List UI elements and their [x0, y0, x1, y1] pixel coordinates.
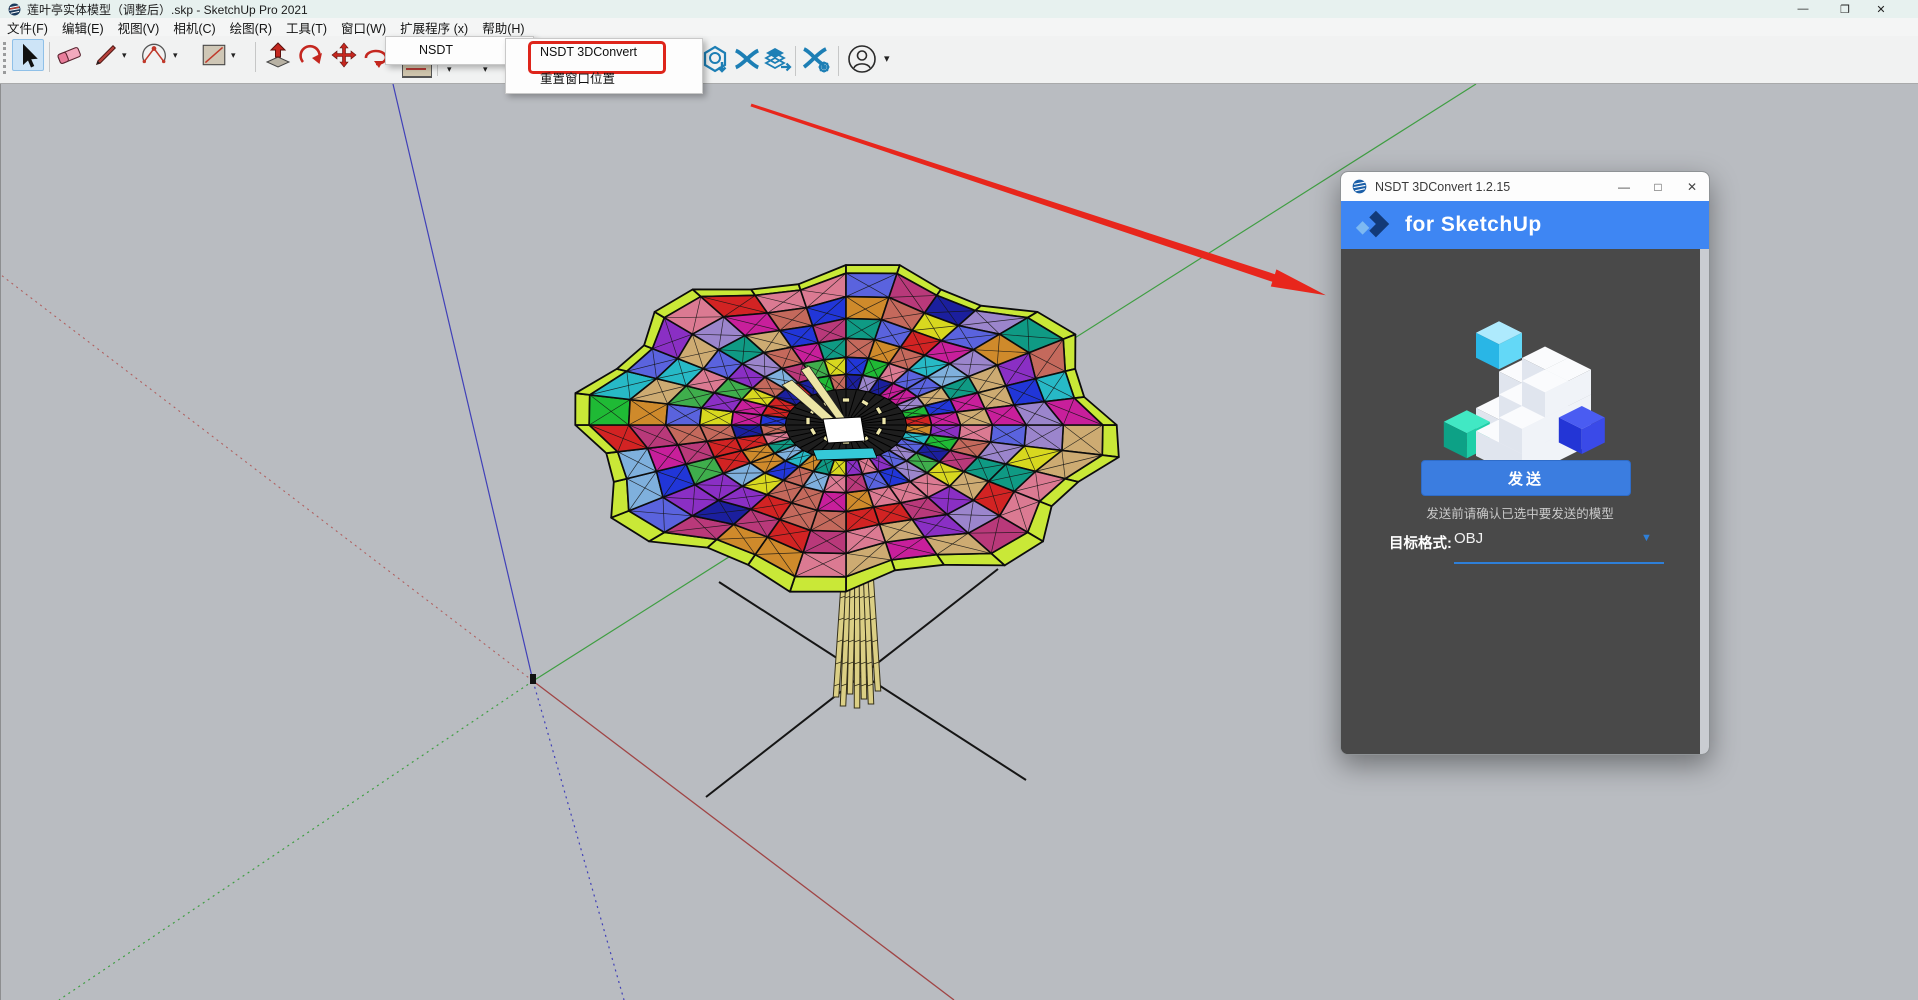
- menu-item-camera[interactable]: 相机(C): [166, 18, 222, 37]
- pushpull-tool-icon[interactable]: [264, 41, 292, 69]
- chevron-down-icon[interactable]: ▾: [884, 52, 890, 65]
- followme-tool-icon[interactable]: [297, 41, 325, 69]
- close-icon[interactable]: ✕: [1866, 0, 1896, 18]
- nsdt-plugin-window: NSDT 3DConvert 1.2.15 — □ ✕ for SketchUp…: [1340, 171, 1710, 755]
- toolbar-divider: [838, 46, 839, 76]
- menu-item-extensions[interactable]: 扩展程序 (x): [393, 18, 475, 37]
- restore-icon[interactable]: ❐: [1830, 0, 1860, 18]
- select-tool-icon[interactable]: [12, 39, 44, 71]
- nsdt-convert-icon[interactable]: [733, 44, 761, 74]
- move-tool-icon[interactable]: [330, 41, 358, 69]
- menu-item-help[interactable]: 帮助(H): [475, 18, 531, 37]
- chevron-down-icon[interactable]: ▾: [483, 64, 488, 75]
- chevron-down-icon[interactable]: ▾: [173, 50, 178, 61]
- format-label: 目标格式:: [1389, 536, 1452, 552]
- menu-item-label: NSDT: [419, 43, 454, 57]
- menu-bar: 文件(F) 编辑(E) 视图(V) 相机(C) 绘图(R) 工具(T) 窗口(W…: [0, 18, 1918, 37]
- chevron-down-icon[interactable]: ▾: [122, 50, 127, 61]
- nsdt-import-icon[interactable]: [700, 44, 730, 74]
- plugin-header: for SketchUp: [1341, 201, 1709, 249]
- arc-tool-icon[interactable]: [140, 41, 168, 69]
- menu-item-nsdt-3dconvert[interactable]: NSDT 3DConvert: [506, 39, 702, 74]
- line-tool-icon[interactable]: [92, 41, 120, 69]
- title-bar: 莲叶亭实体模型（调整后）.skp - SketchUp Pro 2021 — ❐…: [0, 0, 1918, 18]
- menu-item-file[interactable]: 文件(F): [0, 18, 55, 37]
- chevron-down-icon[interactable]: ▾: [231, 50, 236, 61]
- lotus-canopy-model: [574, 264, 1120, 593]
- menu-item-reset-window-position[interactable]: 重置窗口位置: [506, 66, 702, 93]
- format-select[interactable]: OBJ: [1454, 530, 1483, 547]
- send-hint-text: 发送前请确认已选中要发送的模型: [1426, 507, 1614, 521]
- menu-item-edit[interactable]: 编辑(E): [55, 18, 111, 37]
- cube-illustration: [1440, 275, 1605, 479]
- minimize-icon[interactable]: —: [1607, 172, 1641, 201]
- plugin-body: 发送 发送前请确认已选中要发送的模型 目标格式: OBJ ▼: [1341, 249, 1709, 754]
- toolbar: ▾ ▾ ▾ ▾ ▾ ▾: [0, 36, 1918, 84]
- toolbar-divider: [795, 46, 796, 76]
- menu-item-window[interactable]: 窗口(W): [334, 18, 393, 37]
- rectangle-tool-icon[interactable]: [200, 41, 228, 69]
- menu-item-draw[interactable]: 绘图(R): [223, 18, 279, 37]
- dropdown-arrow-icon[interactable]: ▼: [1641, 532, 1652, 544]
- plugin-title: NSDT 3DConvert 1.2.15: [1375, 179, 1511, 194]
- axes-origin-marker: [530, 674, 536, 684]
- plugin-header-title: for SketchUp: [1405, 213, 1542, 236]
- nsdt-export-icon[interactable]: [762, 44, 792, 74]
- minimize-icon[interactable]: —: [1788, 0, 1818, 18]
- sketchup-application: 莲叶亭实体模型（调整后）.skp - SketchUp Pro 2021 — ❐…: [0, 0, 1918, 1000]
- annotation-arrow: [750, 103, 1326, 296]
- sketchup-logo-icon: [8, 3, 21, 15]
- close-icon[interactable]: ✕: [1675, 172, 1709, 201]
- plugin-title-bar: NSDT 3DConvert 1.2.15 — □ ✕: [1341, 172, 1709, 201]
- menu-item-tools[interactable]: 工具(T): [279, 18, 334, 37]
- toolbar-divider: [49, 42, 50, 72]
- window-title: 莲叶亭实体模型（调整后）.skp - SketchUp Pro 2021: [27, 2, 308, 17]
- nsdt-settings-icon[interactable]: [801, 44, 831, 74]
- nsdt-submenu: NSDT 3DConvert 重置窗口位置: [505, 38, 703, 94]
- toolbar-divider: [255, 42, 256, 72]
- toolbar-grip[interactable]: [3, 42, 9, 74]
- nsdt-diamond-logo-icon: [1355, 210, 1390, 238]
- eraser-tool-icon[interactable]: [55, 41, 83, 69]
- send-button[interactable]: 发送: [1421, 460, 1631, 496]
- maximize-icon[interactable]: □: [1641, 172, 1675, 201]
- chevron-down-icon[interactable]: ▾: [447, 64, 452, 75]
- signin-person-icon[interactable]: [846, 43, 878, 75]
- plugin-scrollbar[interactable]: [1700, 249, 1709, 754]
- plugin-logo-icon: [1352, 179, 1367, 194]
- menu-item-label: 重置窗口位置: [540, 72, 616, 86]
- menu-item-view[interactable]: 视图(V): [111, 18, 167, 37]
- format-underline: [1454, 562, 1664, 564]
- menu-item-label: NSDT 3DConvert: [540, 45, 638, 59]
